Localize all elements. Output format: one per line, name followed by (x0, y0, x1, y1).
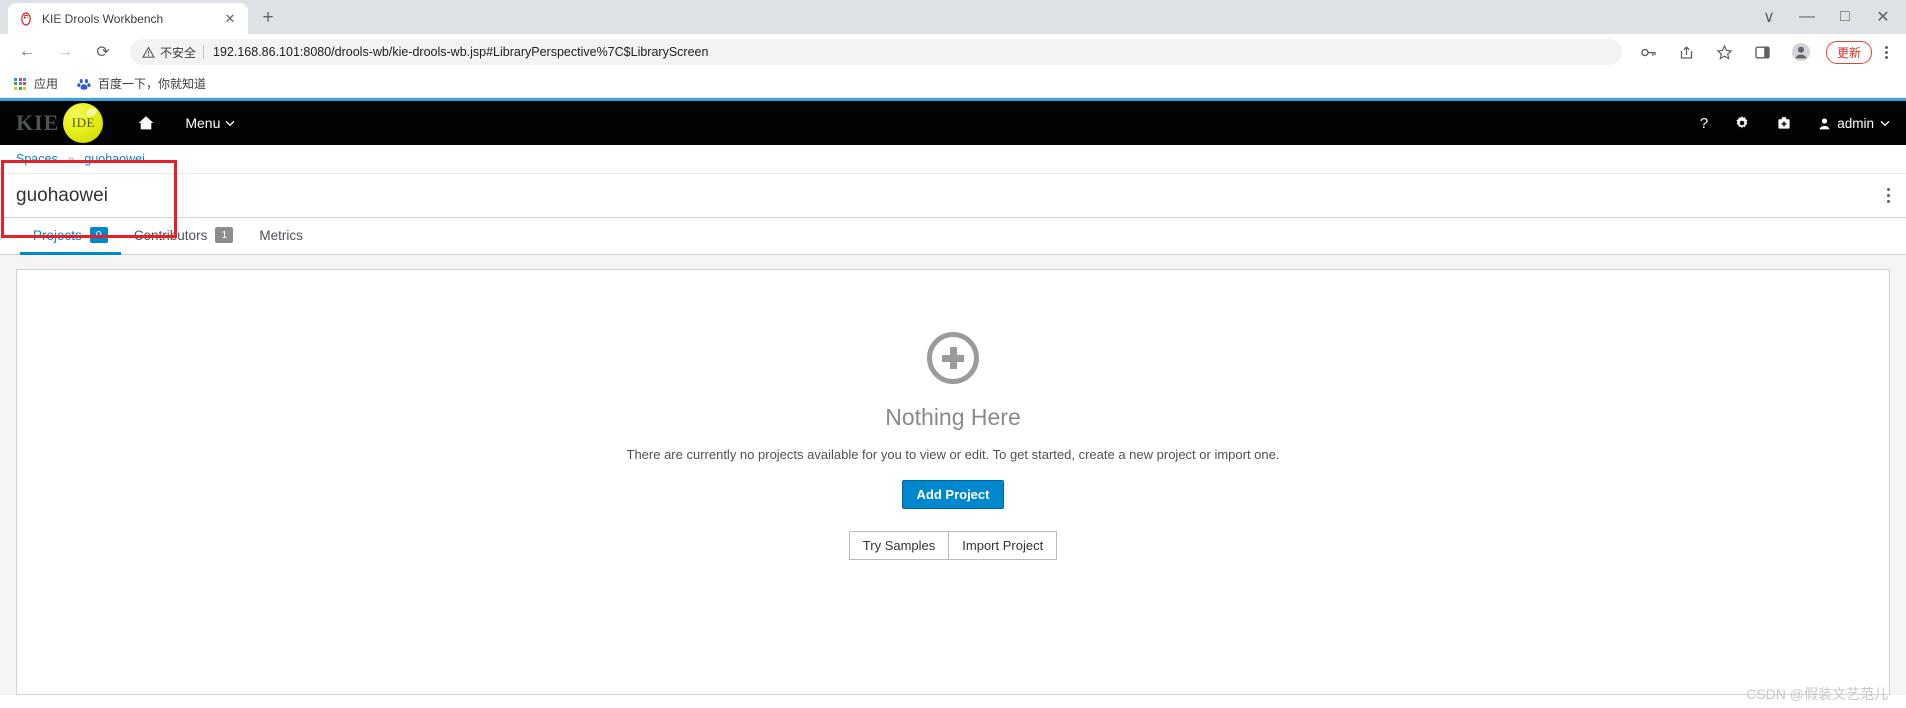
breadcrumb: Spaces » guohaowei (0, 145, 1906, 174)
app-logo-text: KIE (16, 110, 60, 135)
url-text: 192.168.86.101:8080/drools-wb/kie-drools… (213, 45, 709, 59)
forward-icon[interactable]: → (51, 38, 79, 66)
apps-grid-icon (12, 76, 28, 92)
update-button[interactable]: 更新 (1825, 40, 1872, 64)
empty-state-title: Nothing Here (885, 404, 1021, 430)
tab-badge: 0 (89, 227, 108, 243)
empty-state: Nothing Here There are currently no proj… (17, 332, 1889, 560)
new-tab-button[interactable]: + (254, 4, 282, 32)
browser-tab-title: KIE Drools Workbench (42, 11, 164, 26)
page-root: KIE Drools Workbench ✕ + ∨ — □ ✕ ← → ⟳ 不… (0, 0, 1906, 708)
chevron-down-icon (1880, 120, 1890, 127)
window-close-button[interactable]: ✕ (1869, 3, 1897, 31)
bookmark-apps[interactable]: 应用 (12, 75, 58, 92)
menu-dropdown[interactable]: Menu (185, 115, 235, 131)
browser-chrome: KIE Drools Workbench ✕ + ∨ — □ ✕ ← → ⟳ 不… (0, 0, 1906, 98)
try-samples-button[interactable]: Try Samples (848, 531, 950, 560)
tab-contributors[interactable]: Contributors 1 (121, 218, 247, 255)
space-header: Spaces » guohaowei guohaowei (0, 145, 1906, 218)
breadcrumb-item-spaces[interactable]: Spaces (16, 152, 58, 166)
space-title-row: guohaowei (0, 174, 1906, 218)
user-name-label: admin (1837, 115, 1874, 131)
reload-icon[interactable]: ⟳ (89, 38, 117, 66)
projects-panel: Nothing Here There are currently no proj… (16, 269, 1890, 695)
bookmark-label: 百度一下，你就知道 (98, 77, 207, 91)
breadcrumb-item-space[interactable]: guohaowei (84, 152, 144, 166)
help-icon[interactable]: ? (1700, 115, 1708, 132)
settings-gear-icon[interactable] (1734, 115, 1750, 131)
not-secure-warning-icon (142, 45, 155, 59)
share-icon[interactable] (1673, 38, 1701, 66)
import-project-button[interactable]: Import Project (948, 531, 1058, 560)
tab-label: Projects (33, 227, 82, 243)
back-icon[interactable]: ← (13, 38, 41, 66)
password-key-icon[interactable] (1635, 38, 1663, 66)
chevron-down-icon[interactable]: ∨ (1755, 3, 1783, 31)
chevron-down-icon (225, 120, 235, 127)
app-header: KIE IDE Menu ? admin (0, 101, 1906, 145)
profile-avatar-icon[interactable] (1787, 38, 1815, 66)
space-tabs: Projects 0 Contributors 1 Metrics (0, 218, 1906, 255)
breadcrumb-separator: » (67, 152, 75, 166)
tab-metrics[interactable]: Metrics (246, 218, 316, 255)
browser-navbar: ← → ⟳ 不安全 192.168.86.101:8080/drools-wb/… (0, 34, 1906, 70)
address-bar[interactable]: 不安全 192.168.86.101:8080/drools-wb/kie-dr… (130, 39, 1622, 65)
ide-ball-label: IDE (71, 115, 95, 130)
bookmark-star-icon[interactable] (1711, 38, 1739, 66)
baidu-paw-icon (76, 76, 92, 92)
bookmark-baidu[interactable]: 百度一下，你就知道 (76, 75, 206, 92)
side-panel-icon[interactable] (1749, 38, 1777, 66)
empty-state-description: There are currently no projects availabl… (626, 447, 1280, 462)
browser-tab[interactable]: KIE Drools Workbench ✕ (8, 3, 248, 34)
browser-tabstrip: KIE Drools Workbench ✕ + ∨ — □ ✕ (0, 0, 1906, 34)
security-status-label: 不安全 (160, 45, 197, 60)
tab-projects[interactable]: Projects 0 (20, 218, 121, 255)
content-area: Nothing Here There are currently no proj… (0, 255, 1906, 695)
user-menu[interactable]: admin (1818, 116, 1890, 131)
tab-badge: 1 (215, 227, 234, 243)
browser-toolbar-actions: 更新 (1630, 38, 1898, 66)
watermark: CSDN @假装文艺范儿 (1746, 686, 1888, 702)
plus-circle-icon (927, 332, 979, 384)
tab-label: Metrics (259, 227, 303, 243)
bookmark-label: 应用 (34, 77, 59, 91)
page-title: guohaowei (16, 184, 108, 206)
drools-dove-favicon (18, 11, 34, 27)
add-project-button[interactable]: Add Project (901, 480, 1005, 509)
kit-briefcase-icon[interactable] (1776, 115, 1792, 131)
tab-label: Contributors (133, 227, 208, 243)
bookmarks-bar: 应用 百度一下，你就知道 (0, 70, 1906, 98)
space-actions-menu-icon[interactable] (1887, 188, 1890, 203)
omnibox-divider (203, 45, 205, 59)
minimize-button[interactable]: — (1793, 3, 1821, 31)
home-icon[interactable] (137, 114, 155, 132)
secondary-actions: Try Samples Import Project (848, 531, 1058, 560)
close-icon[interactable]: ✕ (222, 11, 238, 27)
maximize-button[interactable]: □ (1831, 3, 1859, 31)
ide-ball-logo: IDE (63, 103, 104, 143)
menu-label: Menu (185, 115, 221, 131)
browser-menu-icon[interactable] (1874, 40, 1898, 64)
user-avatar-icon (1818, 117, 1831, 130)
